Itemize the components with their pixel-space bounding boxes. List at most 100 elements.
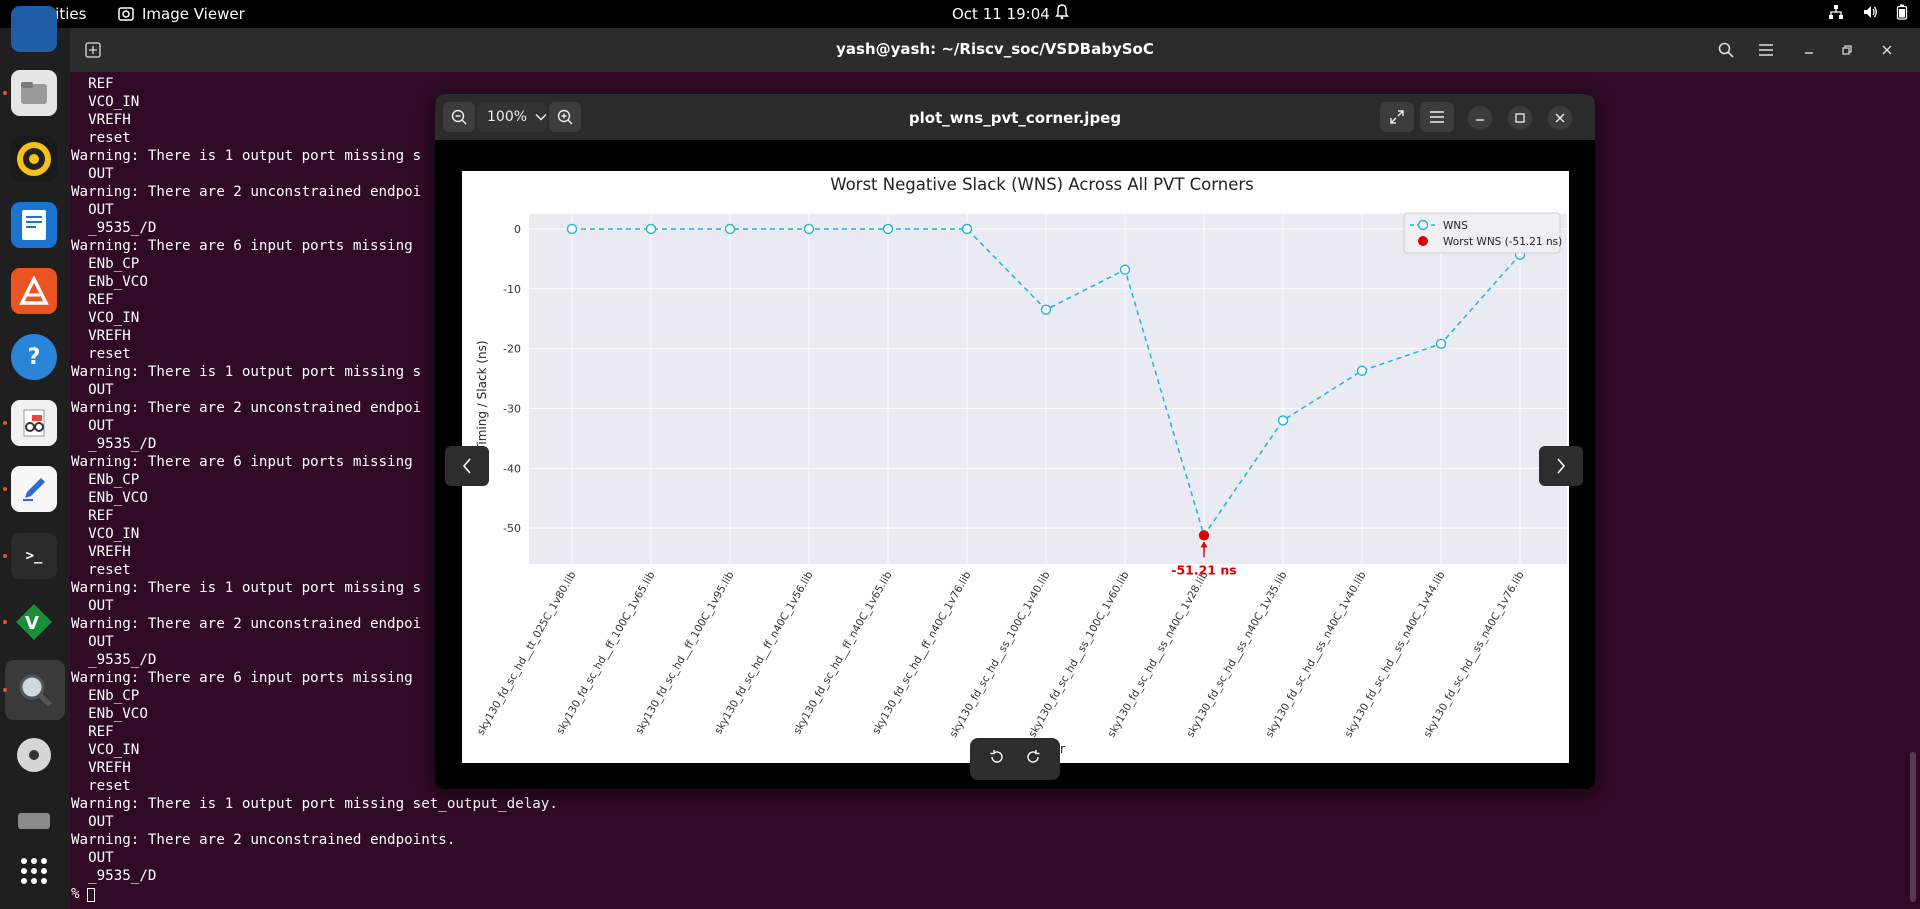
- previous-image-button[interactable]: [445, 446, 489, 486]
- files-icon[interactable]: [11, 70, 57, 116]
- terminal-line: Warning: There are 6 input ports missing: [71, 454, 422, 470]
- viewer-menu-button[interactable]: [1420, 102, 1454, 132]
- vim-icon[interactable]: V: [11, 599, 57, 645]
- terminal-line: Warning: There are 2 unconstrained endpo…: [71, 400, 422, 416]
- terminal-line: ENb_VCO: [71, 706, 148, 722]
- terminal-restore-button[interactable]: [1832, 36, 1862, 64]
- disc-icon[interactable]: [11, 732, 57, 778]
- rotate-right-button[interactable]: [1025, 749, 1041, 769]
- wns-chart: 0 -10 -20 -30 -40 -50 sky130_fd_sc_hd__tt_025…: [475, 175, 1567, 756]
- network-icon: [1829, 5, 1843, 19]
- plot-background: [529, 214, 1567, 564]
- terminal-line: VREFH: [71, 112, 131, 128]
- app-menu[interactable]: Image Viewer: [118, 5, 245, 23]
- wns-point: [1119, 264, 1131, 275]
- terminal-line: ENb_VCO: [71, 490, 148, 506]
- terminal-line: %: [71, 886, 89, 902]
- terminal-line: OUT: [71, 598, 114, 614]
- viewer-close-button[interactable]: [1548, 106, 1572, 130]
- viewer-maximize-button[interactable]: [1508, 106, 1532, 130]
- fullscreen-button[interactable]: [1380, 102, 1414, 132]
- fullscreen-icon: [1390, 110, 1404, 124]
- viewer-minimize-button[interactable]: [1468, 106, 1492, 130]
- terminal-close-button[interactable]: [1872, 36, 1902, 64]
- wns-point: [1435, 338, 1447, 350]
- terminal-line: ENb_CP: [71, 256, 140, 272]
- terminal-line: Warning: There is 1 output port missing …: [71, 364, 422, 380]
- terminal-search-button[interactable]: [1711, 36, 1741, 64]
- terminal-line: OUT: [71, 166, 114, 182]
- terminal-line: Warning: There are 2 unconstrained endpo…: [71, 184, 422, 200]
- terminal-line: REF: [71, 724, 114, 740]
- notification-bell-icon: [1055, 4, 1069, 24]
- image-viewer-dock-icon[interactable]: [5, 660, 65, 720]
- svg-text:V: V: [25, 613, 39, 634]
- terminal-line: Warning: There is 1 output port missing …: [71, 580, 422, 596]
- terminal-line: REF: [71, 292, 114, 308]
- y-axis-label: Timing / Slack (ns): [475, 340, 489, 452]
- image-viewer-header: 100% plot_wns_pvt_corner.jpeg: [435, 94, 1595, 140]
- show-apps-icon[interactable]: [11, 848, 57, 894]
- rotate-left-button[interactable]: [989, 749, 1005, 769]
- terminal-line: Warning: There is 1 output port missing …: [71, 148, 422, 164]
- rotate-controls: [970, 738, 1060, 780]
- displayed-image[interactable]: 0 -10 -20 -30 -40 -50 sky130_fd_sc_hd__tt_025…: [462, 171, 1569, 763]
- x-tick-label: sky130_fd_sc_hd__ff_100C_1v65.lib: [554, 569, 657, 736]
- battery-icon: [1896, 4, 1908, 20]
- terminal-line: REF: [71, 76, 114, 92]
- app-name: Image Viewer: [142, 5, 245, 23]
- terminal-line: reset: [71, 562, 131, 578]
- x-tick-label: sky130_fd_sc_hd__ff_n40C_1v56.lib: [712, 569, 815, 736]
- minimize-icon: [1805, 52, 1813, 54]
- text-editor-icon[interactable]: [11, 466, 57, 512]
- terminal-line: REF: [71, 508, 114, 524]
- browser-icon[interactable]: [11, 6, 57, 52]
- terminal-line: OUT: [71, 850, 114, 866]
- terminal-minimize-button[interactable]: [1794, 36, 1824, 64]
- terminal-line: OUT: [71, 418, 114, 434]
- top-bar: Activities Image Viewer Oct 11 19:04: [0, 0, 1920, 28]
- search-icon: [1718, 42, 1734, 58]
- drive-icon[interactable]: [11, 798, 57, 844]
- terminal-scrollbar[interactable]: [1910, 752, 1916, 902]
- app-center-icon[interactable]: [11, 268, 57, 314]
- terminal-line: OUT: [71, 814, 114, 830]
- terminal-line: reset: [71, 130, 131, 146]
- wns-point: [803, 223, 815, 235]
- terminal-line: reset: [71, 778, 131, 794]
- terminal-title: yash@yash: ~/Riscv_soc/VSDBabySoC: [836, 40, 1154, 58]
- dock: ? >_ V: [0, 6, 70, 909]
- system-tray[interactable]: [1828, 4, 1908, 20]
- terminal-line: VCO_IN: [71, 742, 140, 758]
- terminal-cursor: [87, 888, 95, 902]
- terminal-menu-button[interactable]: [1751, 36, 1781, 64]
- hamburger-icon: [1430, 111, 1444, 123]
- terminal-line: Warning: There are 2 unconstrained endpo…: [71, 832, 456, 848]
- wns-point: [882, 223, 894, 235]
- chevron-right-icon: [1557, 458, 1566, 474]
- terminal-icon[interactable]: >_: [11, 533, 57, 579]
- rhythmbox-icon[interactable]: [11, 136, 57, 182]
- worst-wns-annotation: -51.21 ns: [1171, 562, 1236, 577]
- rotate-right-icon: [1026, 750, 1040, 763]
- legend: WNS Worst WNS (-51.21 ns): [1403, 212, 1562, 254]
- writer-icon[interactable]: [11, 202, 57, 248]
- terminal-line: VCO_IN: [71, 310, 140, 326]
- next-image-button[interactable]: [1539, 446, 1583, 486]
- terminal-line: VCO_IN: [71, 94, 140, 110]
- terminal-line: OUT: [71, 202, 114, 218]
- terminal-line: ENb_VCO: [71, 274, 148, 290]
- y-tick-label: 0: [514, 223, 521, 236]
- terminal-line: OUT: [71, 382, 114, 398]
- minimize-icon: [1476, 119, 1484, 121]
- wns-point: [1040, 304, 1052, 315]
- terminal-line: VREFH: [71, 544, 131, 560]
- document-viewer-icon[interactable]: [11, 400, 57, 446]
- clock[interactable]: Oct 11 19:04: [952, 5, 1050, 23]
- volume-icon: [1864, 6, 1877, 18]
- legend-wns-label: WNS: [1443, 220, 1468, 232]
- terminal-line: Warning: There are 6 input ports missing: [71, 670, 422, 686]
- terminal-line: _9535_/D: [71, 868, 157, 884]
- help-icon[interactable]: ?: [11, 334, 57, 380]
- y-tick-label: -30: [503, 402, 521, 415]
